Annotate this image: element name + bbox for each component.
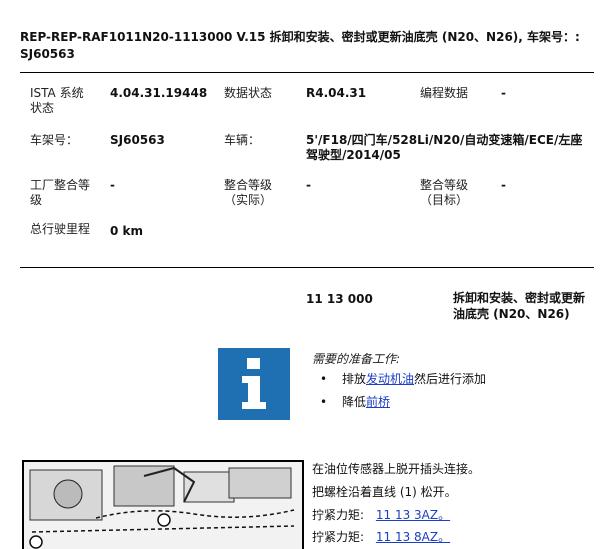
torque-link-3az[interactable]: 11 13 3AZ。 [376,508,450,522]
vehicle-value: 5'/F18/四门车/528Li/N20/自动变速箱/ECE/左座驾驶型/201… [306,133,583,162]
bullet-icon: • [320,395,328,409]
torque-row: 拧紧力矩: 11 13 3AZ。 [312,507,450,523]
list-item: • 降低前桥 [320,394,390,410]
actual-level-value: - [306,178,311,192]
item-text: 排放 [342,372,367,386]
factory-level-label: 工厂整合等级 [30,178,91,207]
top-divider [20,72,594,73]
factory-level-value: - [110,178,115,192]
item-text: 降低 [342,395,367,409]
info-icon [218,348,290,420]
vin-value: SJ60563 [110,133,165,147]
step-line: 在油位传感器上脱开插头连接。 [312,462,481,476]
ista-label: ISTA 系统状态 [30,86,84,115]
programming-label: 编程数据 [420,86,469,100]
vehicle-label: 车辆： [224,133,261,147]
data-status-value: R4.04.31 [306,86,367,100]
step-line: 把螺栓沿着直线 (1) 松开。 [312,485,457,499]
item-text: 然后进行添加 [414,372,487,386]
document-title: REP-REP-RAF1011N20-1113000 V.15 拆卸和安装、密封… [20,30,580,61]
ista-value: 4.04.31.19448 [110,86,208,100]
operation-name: 拆卸和安装、密封或更新油底壳 (N20、N26) [453,291,586,321]
preparation-heading: 需要的准备工作: [312,352,401,366]
mileage-value: 0 km [110,224,144,238]
front-axle-link[interactable]: 前桥 [366,395,390,409]
torque-link-8az[interactable]: 11 13 8AZ。 [376,530,450,544]
table-divider [20,267,594,268]
engine-oil-link[interactable]: 发动机油 [366,372,414,386]
programming-value: - [501,86,506,100]
torque-label: 拧紧力矩: [312,508,365,522]
data-status-label: 数据状态 [224,86,273,100]
torque-row: 拧紧力矩: 11 13 8AZ。 [312,529,450,545]
engine-diagram [22,460,304,549]
operation-code: 11 13 000 [306,292,373,306]
bullet-icon: • [320,372,328,386]
list-item: • 排放发动机油然后进行添加 [320,371,486,387]
target-level-value: - [501,178,506,192]
vin-label: 车架号： [30,133,79,147]
torque-label: 拧紧力矩: [312,530,365,544]
target-level-label: 整合等级（目标） [420,178,469,207]
actual-level-label: 整合等级（实际） [224,178,273,207]
mileage-label: 总行驶里程 [30,222,91,236]
